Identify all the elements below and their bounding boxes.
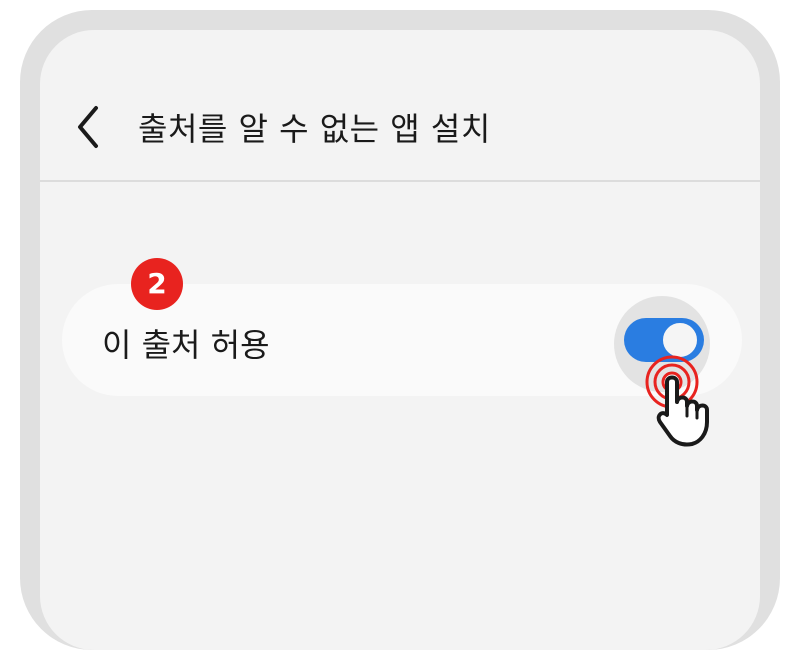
page-title: 출처를 알 수 없는 앱 설치: [138, 110, 491, 148]
app-header: 출처를 알 수 없는 앱 설치: [40, 30, 760, 180]
allow-source-label: 이 출처 허용: [102, 326, 270, 364]
settings-screen: 출처를 알 수 없는 앱 설치 이 출처 허용: [40, 30, 760, 650]
step-number-badge: 2: [131, 258, 183, 310]
chevron-left-icon: [78, 106, 98, 148]
pointing-hand-tap-icon: [645, 355, 709, 447]
header-divider: [40, 180, 760, 182]
back-button[interactable]: [70, 102, 110, 152]
